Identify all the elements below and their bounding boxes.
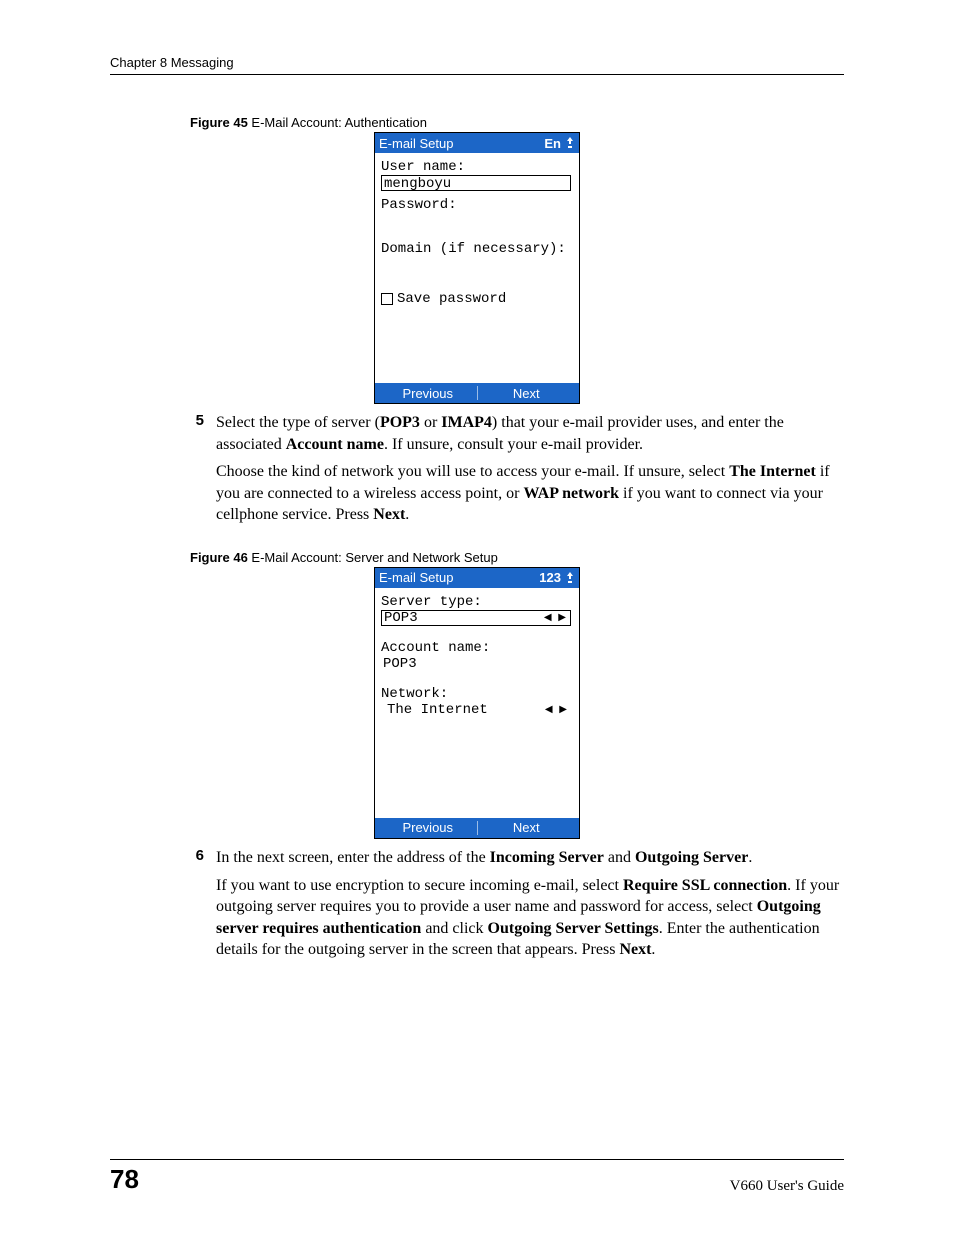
phone-titlebar: E-mail Setup 123 — [375, 568, 579, 588]
t: . — [651, 941, 655, 958]
t: POP3 — [380, 414, 420, 431]
phone-titlebar: E-mail Setup En — [375, 133, 579, 153]
input-mode-indicator: 123 — [539, 570, 575, 585]
t: Next — [373, 506, 405, 523]
account-name-value: POP3 — [381, 656, 573, 672]
t: IMAP4 — [441, 414, 492, 431]
t: and — [604, 849, 635, 866]
previous-button[interactable]: Previous — [379, 386, 477, 401]
next-button[interactable]: Next — [478, 386, 576, 401]
step-6-text: In the next screen, enter the address of… — [216, 847, 844, 967]
server-type-label: Server type: — [381, 594, 573, 610]
previous-button[interactable]: Previous — [379, 820, 477, 835]
signal-icon — [565, 572, 575, 584]
t: Outgoing Server Settings — [488, 920, 659, 937]
page-footer: 78 V660 User's Guide — [110, 1159, 844, 1195]
phone-footer: Previous Next — [375, 383, 579, 403]
t: In the next screen, enter the address of… — [216, 849, 490, 866]
step-6-number: 6 — [190, 847, 204, 967]
server-type-value: POP3 — [384, 610, 418, 626]
t: Select the type of server ( — [216, 414, 380, 431]
step-6: 6 In the next screen, enter the address … — [190, 847, 844, 967]
t: WAP network — [523, 485, 619, 502]
phone-screen-authentication: E-mail Setup En User name: mengboyu Pass… — [374, 132, 580, 404]
server-type-selector[interactable]: POP3 ◀ ▶ — [381, 610, 571, 626]
step-5-text: Select the type of server (POP3 or IMAP4… — [216, 412, 844, 532]
t: Require SSL connection — [623, 877, 787, 894]
signal-icon — [565, 137, 575, 149]
t: . — [405, 506, 409, 523]
figure-45-caption: Figure 45 E-Mail Account: Authentication — [190, 115, 844, 130]
figure-45-title: E-Mail Account: Authentication — [248, 115, 427, 130]
save-password-label: Save password — [397, 291, 506, 307]
username-label: User name: — [381, 159, 573, 175]
t: Next — [619, 941, 651, 958]
account-name-label: Account name: — [381, 640, 573, 656]
figure-45-label: Figure 45 — [190, 115, 248, 130]
network-value: The Internet — [383, 702, 488, 718]
phone-title: E-mail Setup — [379, 136, 453, 151]
next-button[interactable]: Next — [478, 820, 576, 835]
password-label: Password: — [381, 197, 573, 213]
t: . — [748, 849, 752, 866]
guide-name: V660 User's Guide — [730, 1178, 844, 1195]
t: If you want to use encryption to secure … — [216, 877, 623, 894]
step-5: 5 Select the type of server (POP3 or IMA… — [190, 412, 844, 532]
t: Account name — [286, 436, 384, 453]
page-number: 78 — [110, 1164, 139, 1195]
selector-arrows-icon: ◀ ▶ — [544, 612, 568, 623]
t: Incoming Server — [490, 849, 604, 866]
save-password-row[interactable]: Save password — [381, 291, 573, 307]
t: . If unsure, consult your e-mail provide… — [384, 436, 643, 453]
username-field[interactable]: mengboyu — [381, 175, 571, 191]
phone-footer: Previous Next — [375, 818, 579, 838]
t: Choose the kind of network you will use … — [216, 463, 729, 480]
input-mode-text: 123 — [539, 570, 561, 585]
save-password-checkbox[interactable] — [381, 293, 393, 305]
phone-screen-server-network: E-mail Setup 123 Server type: POP3 ◀ ▶ A… — [374, 567, 580, 839]
t: Outgoing Server — [635, 849, 748, 866]
input-mode-text: En — [544, 136, 561, 151]
figure-46-title: E-Mail Account: Server and Network Setup — [248, 550, 498, 565]
phone-title: E-mail Setup — [379, 570, 453, 585]
step-5-number: 5 — [190, 412, 204, 532]
domain-label: Domain (if necessary): — [381, 241, 573, 257]
figure-46-label: Figure 46 — [190, 550, 248, 565]
chapter-header: Chapter 8 Messaging — [110, 55, 844, 75]
network-selector[interactable]: The Internet ◀ ▶ — [381, 702, 571, 718]
t: or — [420, 414, 441, 431]
t: The Internet — [729, 463, 816, 480]
figure-46-caption: Figure 46 E-Mail Account: Server and Net… — [190, 550, 844, 565]
selector-arrows-icon: ◀ ▶ — [545, 704, 569, 715]
t: and click — [421, 920, 487, 937]
network-label: Network: — [381, 686, 573, 702]
input-mode-indicator: En — [544, 136, 575, 151]
